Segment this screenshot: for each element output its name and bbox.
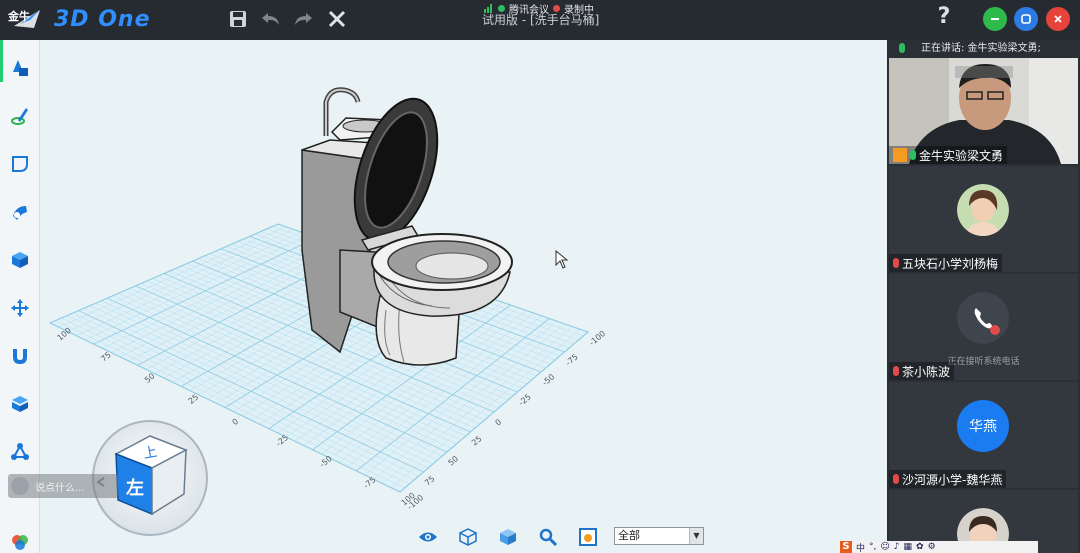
meeting-edge-indicator [0,40,3,82]
eye-icon [419,532,437,542]
host-icon [893,148,907,162]
sketch-pen-icon [11,108,28,125]
ime-keyboard-icon[interactable]: ▦ [904,542,913,552]
feature-modeling-tool[interactable] [8,248,32,272]
ime-punct-icon[interactable]: °, [869,542,876,552]
filter-select[interactable]: 全部 ▼ [614,527,704,545]
magnet-combine-tool[interactable] [8,344,32,368]
save-icon [230,11,246,27]
mic-off-icon [893,258,899,268]
redo-icon [295,13,312,25]
assembly-tool[interactable] [8,440,32,464]
wireframe-view-button[interactable] [458,527,478,547]
save-button[interactable] [225,6,251,32]
participant-name-bar: 沙河源小学-魏华燕 [889,470,1007,488]
participant-name: 金牛实验梁文勇 [919,148,1004,163]
move-icon [11,299,29,317]
pattern-array-icon [12,396,28,412]
app-window: 金牛 3D One 腾讯会议 录制中 试用版 - [洗手台马桶] ? -100 … [0,0,1080,553]
phone-call-icon [957,292,1009,344]
pattern-array-tool[interactable] [8,392,32,416]
primitive-shapes-tool[interactable] [8,56,32,80]
window-title: 试用版 - [洗手台马桶] [482,13,600,27]
participant-name: 五块石小学刘杨梅 [902,256,999,271]
cube-face-label: 左 [126,477,144,499]
render-mode-icon [579,528,597,546]
participant-name: 茶小陈波 [902,364,951,379]
move-tool[interactable] [8,296,32,320]
participant-name-bar: 金牛实验梁文勇 [889,146,1008,164]
chat-placeholder: 说点什么... [35,482,85,494]
mic-icon [899,43,905,53]
filter-select-value: 全部 [618,529,640,542]
logo-mark: 金牛 [8,6,48,32]
participant-initials-avatar: 华燕 [957,400,1009,452]
render-mode-button[interactable] [578,527,598,547]
zoom-button[interactable] [538,527,558,547]
participant-name: 沙河源小学-魏华燕 [902,472,1003,487]
participant-tile[interactable]: 金牛实验梁文勇 [889,58,1078,164]
color-palette-tool[interactable] [8,530,32,553]
special-feature-tool[interactable] [8,200,32,224]
ime-voice-icon[interactable]: ♪ [894,542,900,552]
assembly-icon [11,443,29,460]
close-icon [328,10,346,28]
zoom-icon [539,528,557,546]
sketch-edit-tool[interactable] [8,152,32,176]
brand-name: 3D One [54,6,151,32]
minimize-icon [991,18,999,20]
shaded-cube-icon [500,529,516,545]
ime-emoji-icon[interactable]: ☺ [880,542,889,552]
ime-mode-label[interactable]: 中 [856,541,865,553]
participants-panel: 正在讲话: 金牛实验梁文勇; 金牛实验梁文勇 五块石小学刘杨梅 正在接听系统电话… [887,40,1080,553]
participant-tile[interactable]: 正在接听系统电话 茶小陈波 [889,274,1078,380]
shaded-view-button[interactable] [498,527,518,547]
color-palette-icon [12,535,28,550]
ime-skin-icon[interactable]: ✿ [916,542,924,552]
undo-button[interactable] [258,6,284,32]
sketch-edit-icon [12,156,28,172]
minimize-button[interactable] [983,7,1007,31]
speaking-indicator: 正在讲话: 金牛实验梁文勇; [887,40,1080,58]
title-bar: 金牛 3D One 腾讯会议 录制中 试用版 - [洗手台马桶] ? [0,0,1080,40]
brand-tag: 金牛 [8,10,30,23]
view-toolbar [418,525,598,549]
mic-off-icon [893,474,899,484]
sketch-pen-tool[interactable] [8,104,32,128]
mouse-cursor-icon [555,250,569,269]
cube-top-label: 上 [142,444,159,462]
participant-tile[interactable]: 华燕 沙河源小学-魏华燕 [889,382,1078,488]
chat-avatar-icon [11,477,29,495]
maximize-button[interactable] [1014,7,1038,31]
undo-icon [262,13,279,25]
restore-icon [1021,14,1031,24]
mic-on-icon [910,150,916,160]
participant-tile[interactable]: 五块石小学刘杨梅 [889,166,1078,272]
primitive-shapes-icon [13,60,28,76]
speaking-label: 正在讲话: 金牛实验梁文勇; [921,43,1041,54]
close-icon [1054,15,1062,23]
delete-button[interactable] [324,6,350,32]
participant-name-bar: 五块石小学刘杨梅 [889,254,1003,272]
participant-avatar [957,184,1009,236]
chat-input-overlay[interactable]: 说点什么... [8,474,118,498]
feature-modeling-icon [12,252,28,268]
ime-settings-icon[interactable]: ⚙ [928,542,936,552]
brand-logo: 金牛 3D One [8,6,151,32]
redo-button[interactable] [290,6,316,32]
visibility-button[interactable] [418,527,438,547]
ime-toolbar[interactable]: S 中 °, ☺ ♪ ▦ ✿ ⚙ [838,541,1038,553]
magnet-combine-icon [13,349,27,364]
chevron-down-icon[interactable]: ▼ [689,528,703,544]
sogou-ime-icon: S [840,541,852,553]
special-feature-icon [13,206,27,220]
mic-off-icon [893,366,899,376]
close-button[interactable] [1046,7,1070,31]
help-button[interactable]: ? [932,4,956,29]
participant-name-bar: 茶小陈波 [889,362,955,380]
wireframe-cube-icon [459,528,477,546]
